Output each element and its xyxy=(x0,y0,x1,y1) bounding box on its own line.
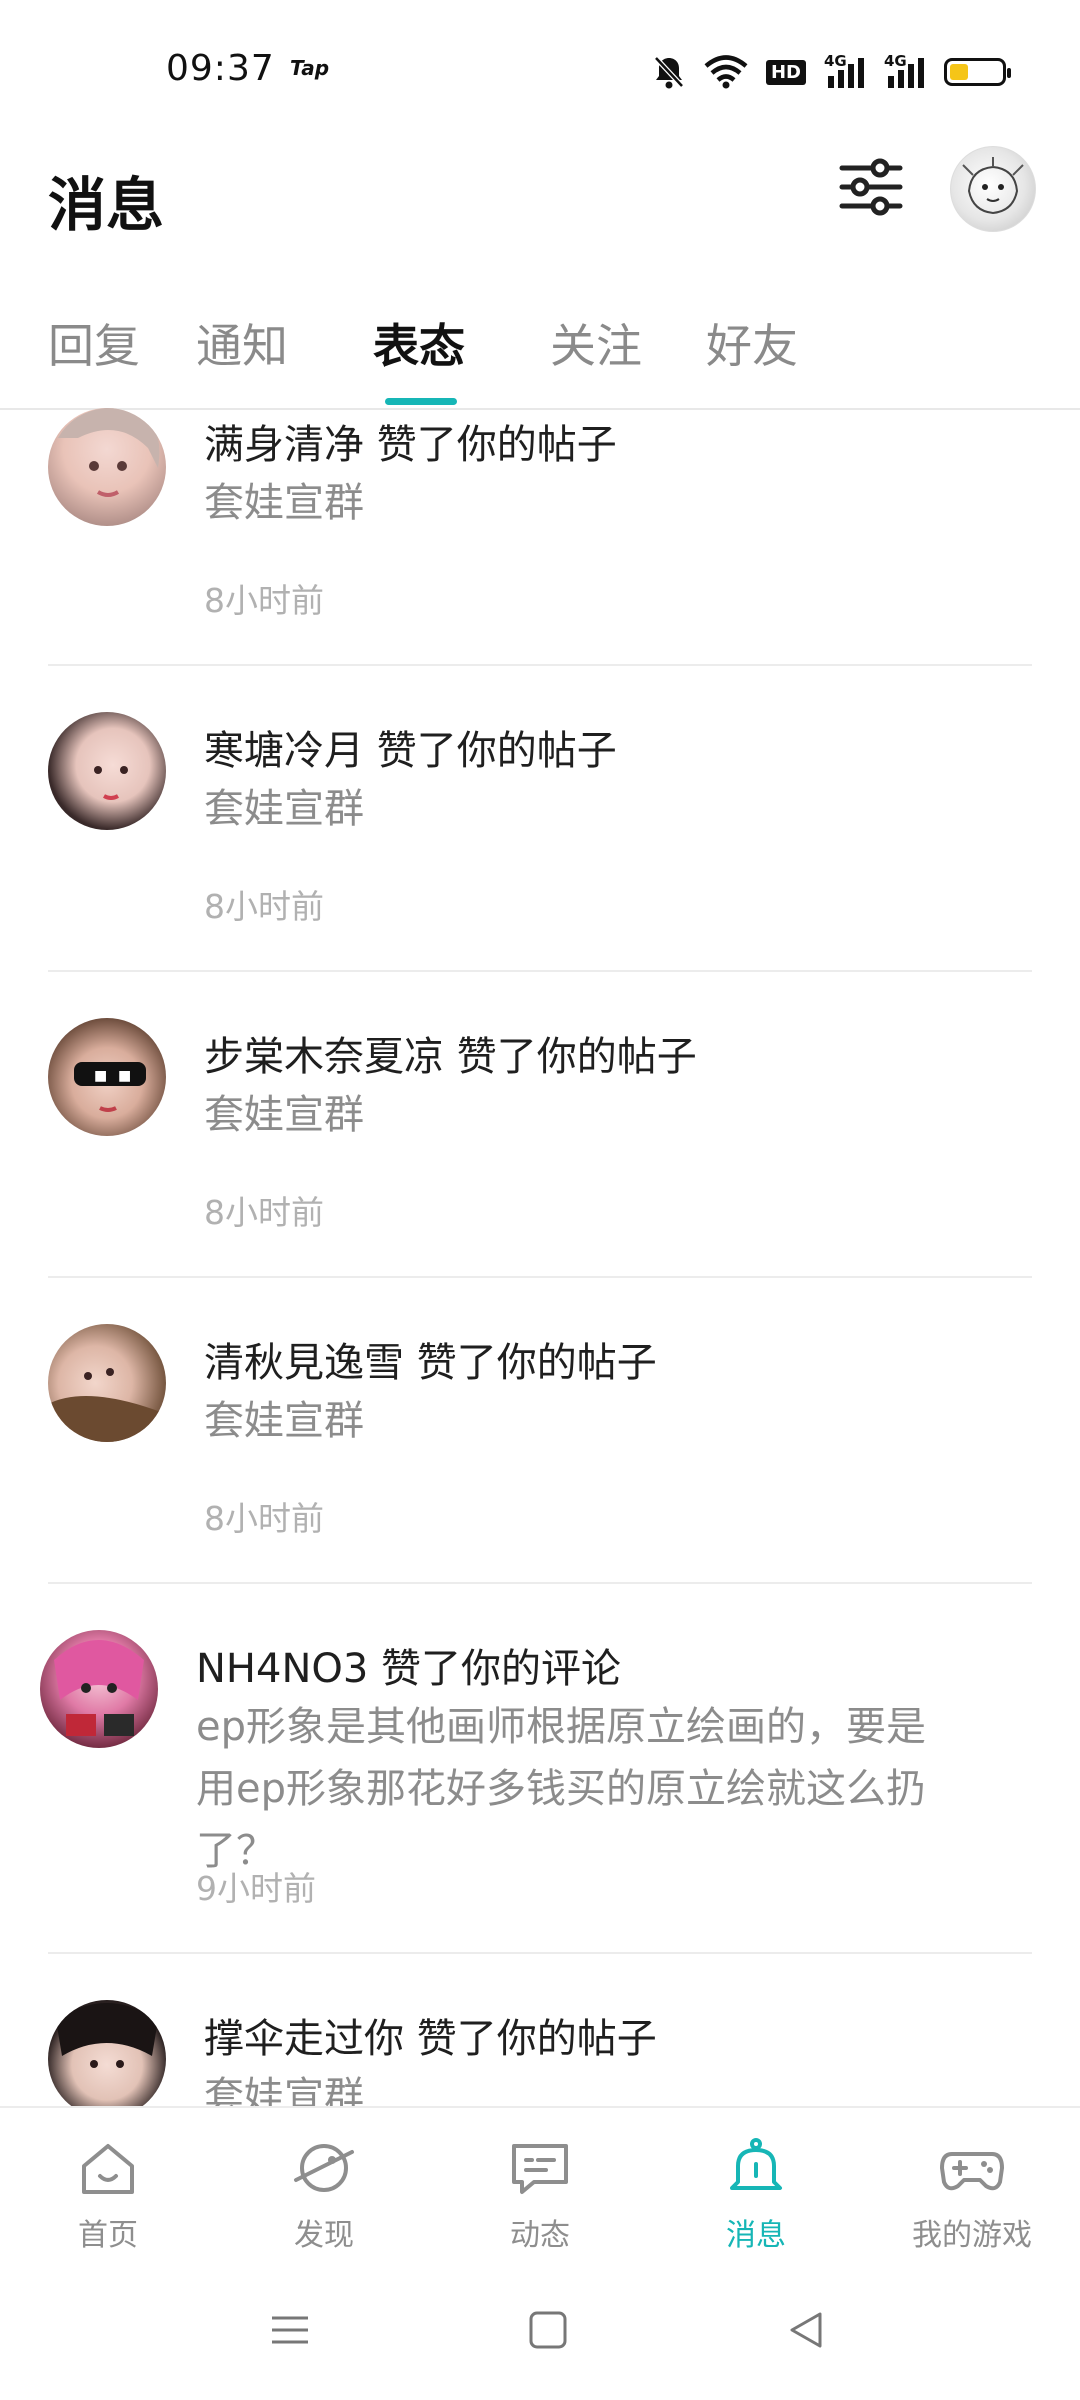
filter-settings-button[interactable] xyxy=(836,152,906,222)
list-item[interactable]: 清秋見逸雪 赞了你的帖子 套娃宣群 8小时前 xyxy=(0,1278,1080,1584)
status-icons: HD 4G 4G xyxy=(652,50,1011,94)
avatar[interactable] xyxy=(48,712,166,830)
mute-bell-icon xyxy=(652,54,686,90)
tab-friends[interactable]: 好友 xyxy=(706,310,798,376)
battery-level xyxy=(950,64,968,80)
item-excerpt: 套娃宣群 xyxy=(204,1092,364,1138)
item-title: 满身清净 赞了你的帖子 xyxy=(204,422,617,468)
avatar[interactable]: ■ ■ xyxy=(48,1018,166,1136)
system-back-button[interactable] xyxy=(784,2308,828,2356)
avatar[interactable] xyxy=(48,2000,166,2106)
nav-home[interactable]: 首页 xyxy=(28,2136,188,2254)
svg-text:■: ■ xyxy=(94,1068,107,1084)
svg-text:■: ■ xyxy=(118,1068,131,1084)
item-time: 8小时前 xyxy=(204,1499,324,1538)
avatar-sketch-icon xyxy=(962,157,1024,215)
item-time: 9小时前 xyxy=(196,1869,316,1908)
tab-follows[interactable]: 关注 xyxy=(550,310,642,376)
active-tab-indicator xyxy=(385,398,457,405)
bottom-navigation: 首页 发现 动态 消息 我的游戏 xyxy=(0,2106,1080,2272)
discover-icon xyxy=(294,2144,354,2192)
page-header: 消息 xyxy=(0,140,1080,250)
list-item[interactable]: 撑伞走过你 赞了你的帖子 套娃宣群 xyxy=(0,1954,1080,2106)
list-item[interactable]: ■ ■ 步棠木奈夏凉 赞了你的帖子 套娃宣群 8小时前 xyxy=(0,972,1080,1278)
wifi-icon xyxy=(704,55,748,89)
system-navigation-bar xyxy=(0,2270,1080,2400)
hd-voice-badge: HD xyxy=(765,59,806,85)
bell-icon xyxy=(730,2138,782,2190)
item-excerpt: 套娃宣群 xyxy=(204,480,364,526)
tab-replies[interactable]: 回复 xyxy=(48,310,140,376)
item-title: 撑伞走过你 赞了你的帖子 xyxy=(204,2016,657,2062)
nav-feed-label: 动态 xyxy=(510,2218,570,2253)
square-icon xyxy=(529,2311,567,2349)
reaction-list: 满身清净 赞了你的帖子 套娃宣群 8小时前 寒塘冷月 赞了你的帖子 套娃宣群 8… xyxy=(0,408,1080,2106)
nav-discover-label: 发现 xyxy=(294,2218,354,2253)
status-time: 09:37 xyxy=(166,48,275,89)
item-excerpt: 套娃宣群 xyxy=(204,1398,364,1444)
item-time: 8小时前 xyxy=(204,1193,324,1232)
item-title: 步棠木奈夏凉 赞了你的帖子 xyxy=(204,1034,697,1080)
back-triangle-icon xyxy=(790,2312,822,2348)
nav-messages-label: 消息 xyxy=(726,2218,786,2253)
sliders-icon xyxy=(839,158,903,216)
gamepad-icon xyxy=(940,2152,1004,2191)
home-icon xyxy=(82,2144,134,2194)
tap-app-badge: Tap xyxy=(290,56,330,80)
system-home-button[interactable] xyxy=(526,2308,570,2356)
nav-home-label: 首页 xyxy=(78,2218,138,2253)
item-time: 8小时前 xyxy=(204,581,324,620)
avatar[interactable] xyxy=(48,1324,166,1442)
item-title: 寒塘冷月 赞了你的帖子 xyxy=(204,728,617,774)
item-excerpt: 套娃宣群 xyxy=(204,786,364,832)
signal-4g-icon: 4G xyxy=(824,52,866,90)
nav-messages[interactable]: 消息 xyxy=(676,2136,836,2254)
list-item[interactable]: 寒塘冷月 赞了你的帖子 套娃宣群 8小时前 xyxy=(0,666,1080,972)
feed-icon xyxy=(512,2144,568,2194)
list-item[interactable]: NH4NO3 赞了你的评论 ep形象是其他画师根据原立绘画的，要是用ep形象那花… xyxy=(0,1584,1080,1954)
message-tabs: 回复 通知 表态 关注 好友 xyxy=(0,300,1080,410)
item-title: NH4NO3 赞了你的评论 xyxy=(196,1646,622,1692)
avatar[interactable] xyxy=(48,408,166,526)
item-excerpt: ep形象是其他画师根据原立绘画的，要是用ep形象那花好多钱买的原立绘就这么扔了？ xyxy=(196,1704,926,1874)
page-title: 消息 xyxy=(48,171,165,239)
nav-discover[interactable]: 发现 xyxy=(244,2136,404,2254)
nav-my-games[interactable]: 我的游戏 xyxy=(892,2136,1052,2254)
menu-icon xyxy=(272,2316,308,2344)
status-bar: 09:37 Tap HD 4G 4G xyxy=(0,0,1080,140)
list-item[interactable]: 满身清净 赞了你的帖子 套娃宣群 8小时前 xyxy=(0,408,1080,666)
item-title: 清秋見逸雪 赞了你的帖子 xyxy=(204,1340,657,1386)
avatar[interactable] xyxy=(40,1630,158,1748)
tab-notifications[interactable]: 通知 xyxy=(196,310,288,376)
nav-feed[interactable]: 动态 xyxy=(460,2136,620,2254)
item-excerpt: 套娃宣群 xyxy=(204,2074,364,2106)
system-menu-button[interactable] xyxy=(268,2308,312,2356)
nav-my-games-label: 我的游戏 xyxy=(912,2218,1032,2253)
signal-4g-icon-2: 4G xyxy=(884,52,926,90)
item-time: 8小时前 xyxy=(204,887,324,926)
tab-reactions[interactable]: 表态 xyxy=(373,310,465,376)
user-avatar[interactable] xyxy=(950,146,1036,232)
battery-icon xyxy=(944,58,1011,86)
